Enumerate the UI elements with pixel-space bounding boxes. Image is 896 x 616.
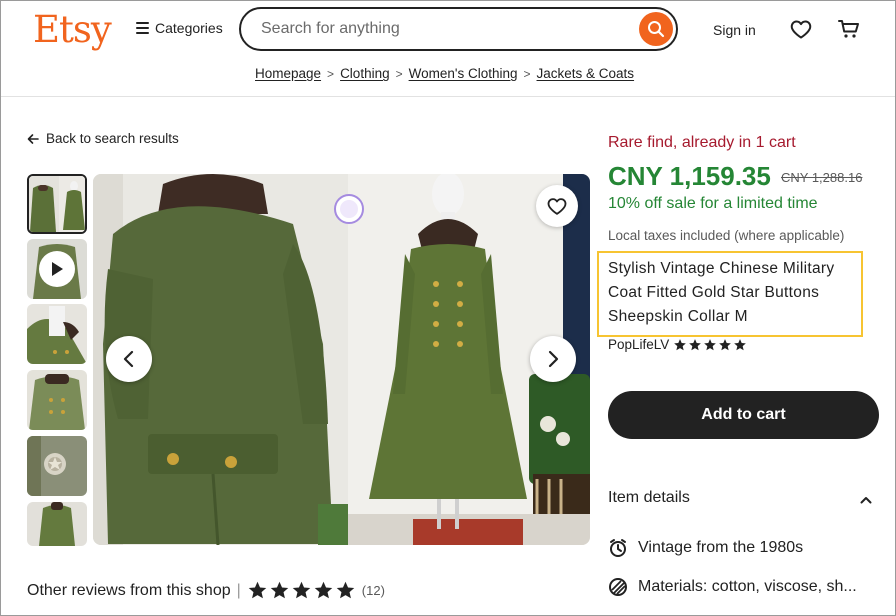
materials-icon	[609, 578, 627, 596]
search-bar	[239, 7, 678, 51]
shop-rating-stars	[673, 338, 747, 352]
item-details-heading[interactable]: Item details	[608, 489, 690, 507]
taxes-note: Local taxes included (where applicable)	[608, 228, 845, 243]
cart-button[interactable]	[837, 17, 861, 46]
breadcrumb-homepage[interactable]: Homepage	[255, 66, 321, 81]
reviews-label: Other reviews from this shop	[27, 581, 231, 599]
thumbnail-image	[27, 370, 87, 430]
star-icon	[719, 338, 732, 350]
chevron-right-icon: >	[395, 66, 403, 81]
menu-icon	[136, 22, 149, 34]
heart-icon	[547, 198, 567, 215]
thumbnail-image	[27, 304, 87, 364]
thumbnail-5[interactable]	[27, 436, 87, 496]
star-icon	[734, 338, 747, 350]
listing-title: Stylish Vintage Chinese Military Coat Fi…	[608, 260, 835, 325]
cart-icon	[838, 20, 859, 38]
detail-text: Vintage from the 1980s	[638, 539, 804, 556]
star-icon	[314, 581, 333, 599]
thumbnail-3[interactable]	[27, 304, 87, 364]
original-price: CNY 1,288.16	[781, 170, 863, 185]
main-listing-image[interactable]	[93, 174, 590, 545]
breadcrumb: Homepage > Clothing > Women's Clothing >…	[255, 66, 634, 81]
add-to-favorites-button[interactable]	[536, 185, 578, 227]
chevron-right-icon: >	[523, 66, 531, 81]
star-icon	[336, 581, 355, 599]
shop-name-link[interactable]: PopLifeLV	[608, 337, 669, 352]
star-icon	[674, 338, 687, 350]
divider: |	[236, 581, 241, 599]
search-button[interactable]	[639, 12, 673, 46]
add-to-cart-button[interactable]: Add to cart	[608, 391, 879, 439]
thumbnail-image	[27, 436, 87, 496]
detail-vintage: Vintage from the 1980s	[608, 538, 803, 558]
breadcrumb-clothing[interactable]: Clothing	[340, 66, 390, 81]
star-icon	[292, 581, 311, 599]
collapse-item-details-button[interactable]	[860, 492, 872, 510]
shop-reviews-summary: Other reviews from this shop | (12)	[27, 580, 385, 601]
sale-price: CNY 1,159.35	[608, 161, 771, 191]
sign-in-link[interactable]: Sign in	[713, 22, 756, 38]
star-icon	[704, 338, 717, 350]
chevron-right-icon: >	[327, 66, 335, 81]
next-image-button[interactable]	[530, 336, 576, 382]
back-link-label: Back to search results	[46, 131, 179, 146]
chevron-left-icon	[123, 350, 134, 368]
thumbnail-1[interactable]	[27, 174, 87, 234]
etsy-logo[interactable]: Etsy	[33, 8, 112, 51]
search-input[interactable]	[259, 19, 623, 39]
product-photo	[93, 174, 590, 545]
heart-icon	[790, 20, 812, 39]
back-to-results-link[interactable]: Back to search results	[27, 131, 179, 146]
categories-button[interactable]: Categories	[136, 20, 223, 36]
favorites-button[interactable]	[789, 17, 813, 46]
breadcrumb-womens-clothing[interactable]: Women's Clothing	[409, 66, 518, 81]
categories-label: Categories	[155, 20, 223, 36]
play-button[interactable]	[39, 251, 75, 287]
chevron-right-icon	[548, 350, 559, 368]
scarcity-message: Rare find, already in 1 cart	[608, 134, 796, 151]
arrow-left-icon	[27, 133, 39, 144]
star-icon	[270, 581, 289, 599]
thumbnail-video[interactable]	[27, 239, 87, 299]
detail-text: Materials: cotton, viscose, sh...	[638, 578, 857, 595]
previous-image-button[interactable]	[106, 336, 152, 382]
thumbnail-image	[29, 176, 85, 232]
sale-message: 10% off sale for a limited time	[608, 195, 818, 212]
thumbnail-6[interactable]	[27, 502, 87, 546]
detail-materials: Materials: cotton, viscose, sh...	[608, 577, 857, 597]
chevron-up-icon	[860, 497, 872, 504]
play-icon	[52, 262, 63, 276]
breadcrumb-jackets-coats[interactable]: Jackets & Coats	[537, 66, 635, 81]
vintage-clock-icon	[610, 539, 626, 557]
reviews-rating-stars	[247, 580, 356, 601]
star-icon	[248, 581, 267, 599]
thumbnail-image	[27, 502, 87, 546]
header-divider	[1, 96, 895, 97]
search-icon	[648, 21, 665, 38]
shop-info: PopLifeLV	[608, 337, 747, 352]
star-icon	[689, 338, 702, 350]
thumbnail-4[interactable]	[27, 370, 87, 430]
reviews-count[interactable]: (12)	[362, 583, 385, 598]
